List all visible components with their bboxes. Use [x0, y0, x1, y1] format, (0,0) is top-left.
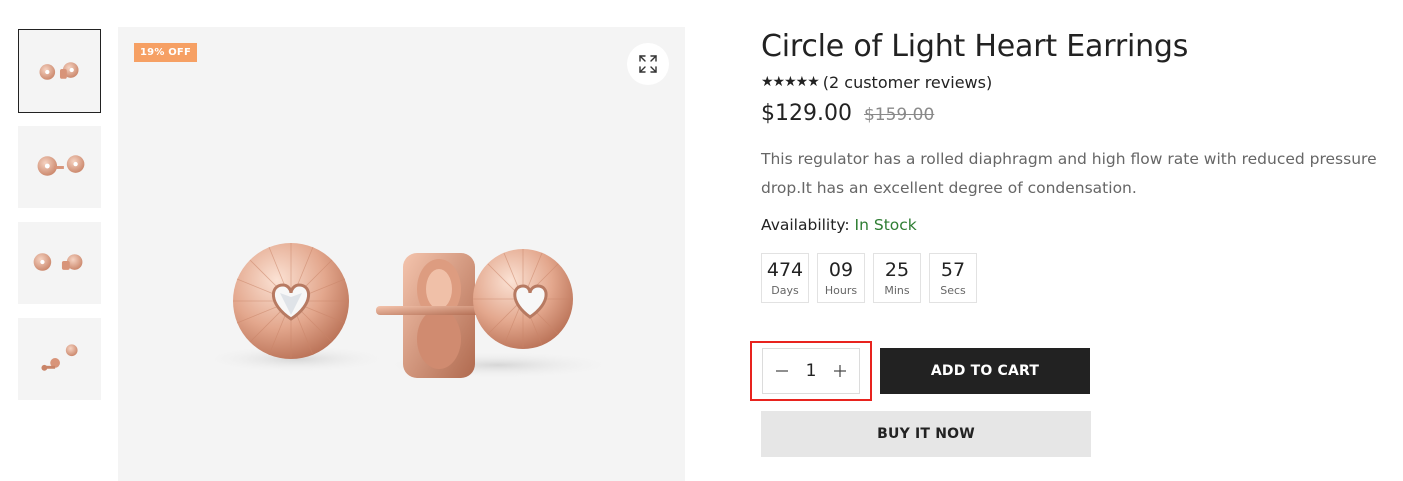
countdown-label: Mins: [884, 284, 910, 297]
expand-icon: [639, 55, 657, 73]
availability-value: In Stock: [854, 216, 917, 234]
star-rating-icon: ★★★★★: [761, 74, 820, 90]
decrease-quantity-button[interactable]: [773, 362, 791, 380]
thumbnail-1[interactable]: [18, 29, 101, 113]
product-description: This regulator has a rolled diaphragm an…: [761, 150, 1377, 197]
buy-now-button[interactable]: BUY IT NOW: [761, 411, 1091, 457]
current-price: $129.00: [761, 101, 852, 126]
reviews-link[interactable]: (2 customer reviews): [823, 73, 992, 92]
countdown-label: Hours: [824, 284, 858, 297]
countdown-hours: 09 Hours: [817, 253, 865, 303]
main-product-image[interactable]: 19% OFF: [118, 27, 685, 481]
price-row: $129.00 $159.00: [761, 101, 1391, 133]
availability-label: Availability:: [761, 216, 850, 234]
discount-badge: 19% OFF: [134, 43, 197, 62]
increase-quantity-button[interactable]: [831, 362, 849, 380]
thumbnail-list: [18, 29, 102, 414]
product-title: Circle of Light Heart Earrings: [761, 29, 1189, 64]
countdown-label: Secs: [940, 284, 966, 297]
thumbnail-2[interactable]: [18, 126, 101, 208]
earring-image: [41, 344, 78, 371]
availability: Availability: In Stock: [761, 216, 1391, 238]
countdown-value: 25: [884, 259, 910, 281]
quantity-highlight: 1: [750, 341, 872, 401]
minus-icon: [776, 370, 788, 372]
earring-image: [37, 155, 85, 176]
earring-image: [33, 253, 83, 271]
countdown-timer: 474 Days 09 Hours 25 Mins 57 Secs: [761, 253, 1391, 303]
countdown-secs: 57 Secs: [929, 253, 977, 303]
countdown-value: 09: [828, 259, 854, 281]
countdown-days: 474 Days: [761, 253, 809, 303]
product-info: Circle of Light Heart Earrings ★★★★★ (2 …: [750, 27, 1391, 457]
countdown-value: 57: [940, 259, 966, 281]
earring-image: [39, 62, 79, 80]
rating: ★★★★★ (2 customer reviews): [761, 71, 1391, 93]
earring-image: [201, 243, 618, 379]
quantity-value[interactable]: 1: [806, 361, 817, 381]
countdown-mins: 25 Mins: [873, 253, 921, 303]
countdown-label: Days: [771, 284, 799, 297]
plus-icon: [833, 365, 846, 377]
thumbnail-4[interactable]: [18, 318, 101, 400]
quantity-stepper[interactable]: 1: [762, 348, 860, 394]
old-price: $159.00: [863, 105, 935, 125]
thumbnail-3[interactable]: [18, 222, 101, 304]
countdown-value: 474: [766, 259, 804, 281]
add-to-cart-button[interactable]: ADD TO CART: [880, 348, 1090, 394]
zoom-button[interactable]: [627, 43, 669, 85]
cart-row: 1 ADD TO CART: [750, 341, 1090, 401]
